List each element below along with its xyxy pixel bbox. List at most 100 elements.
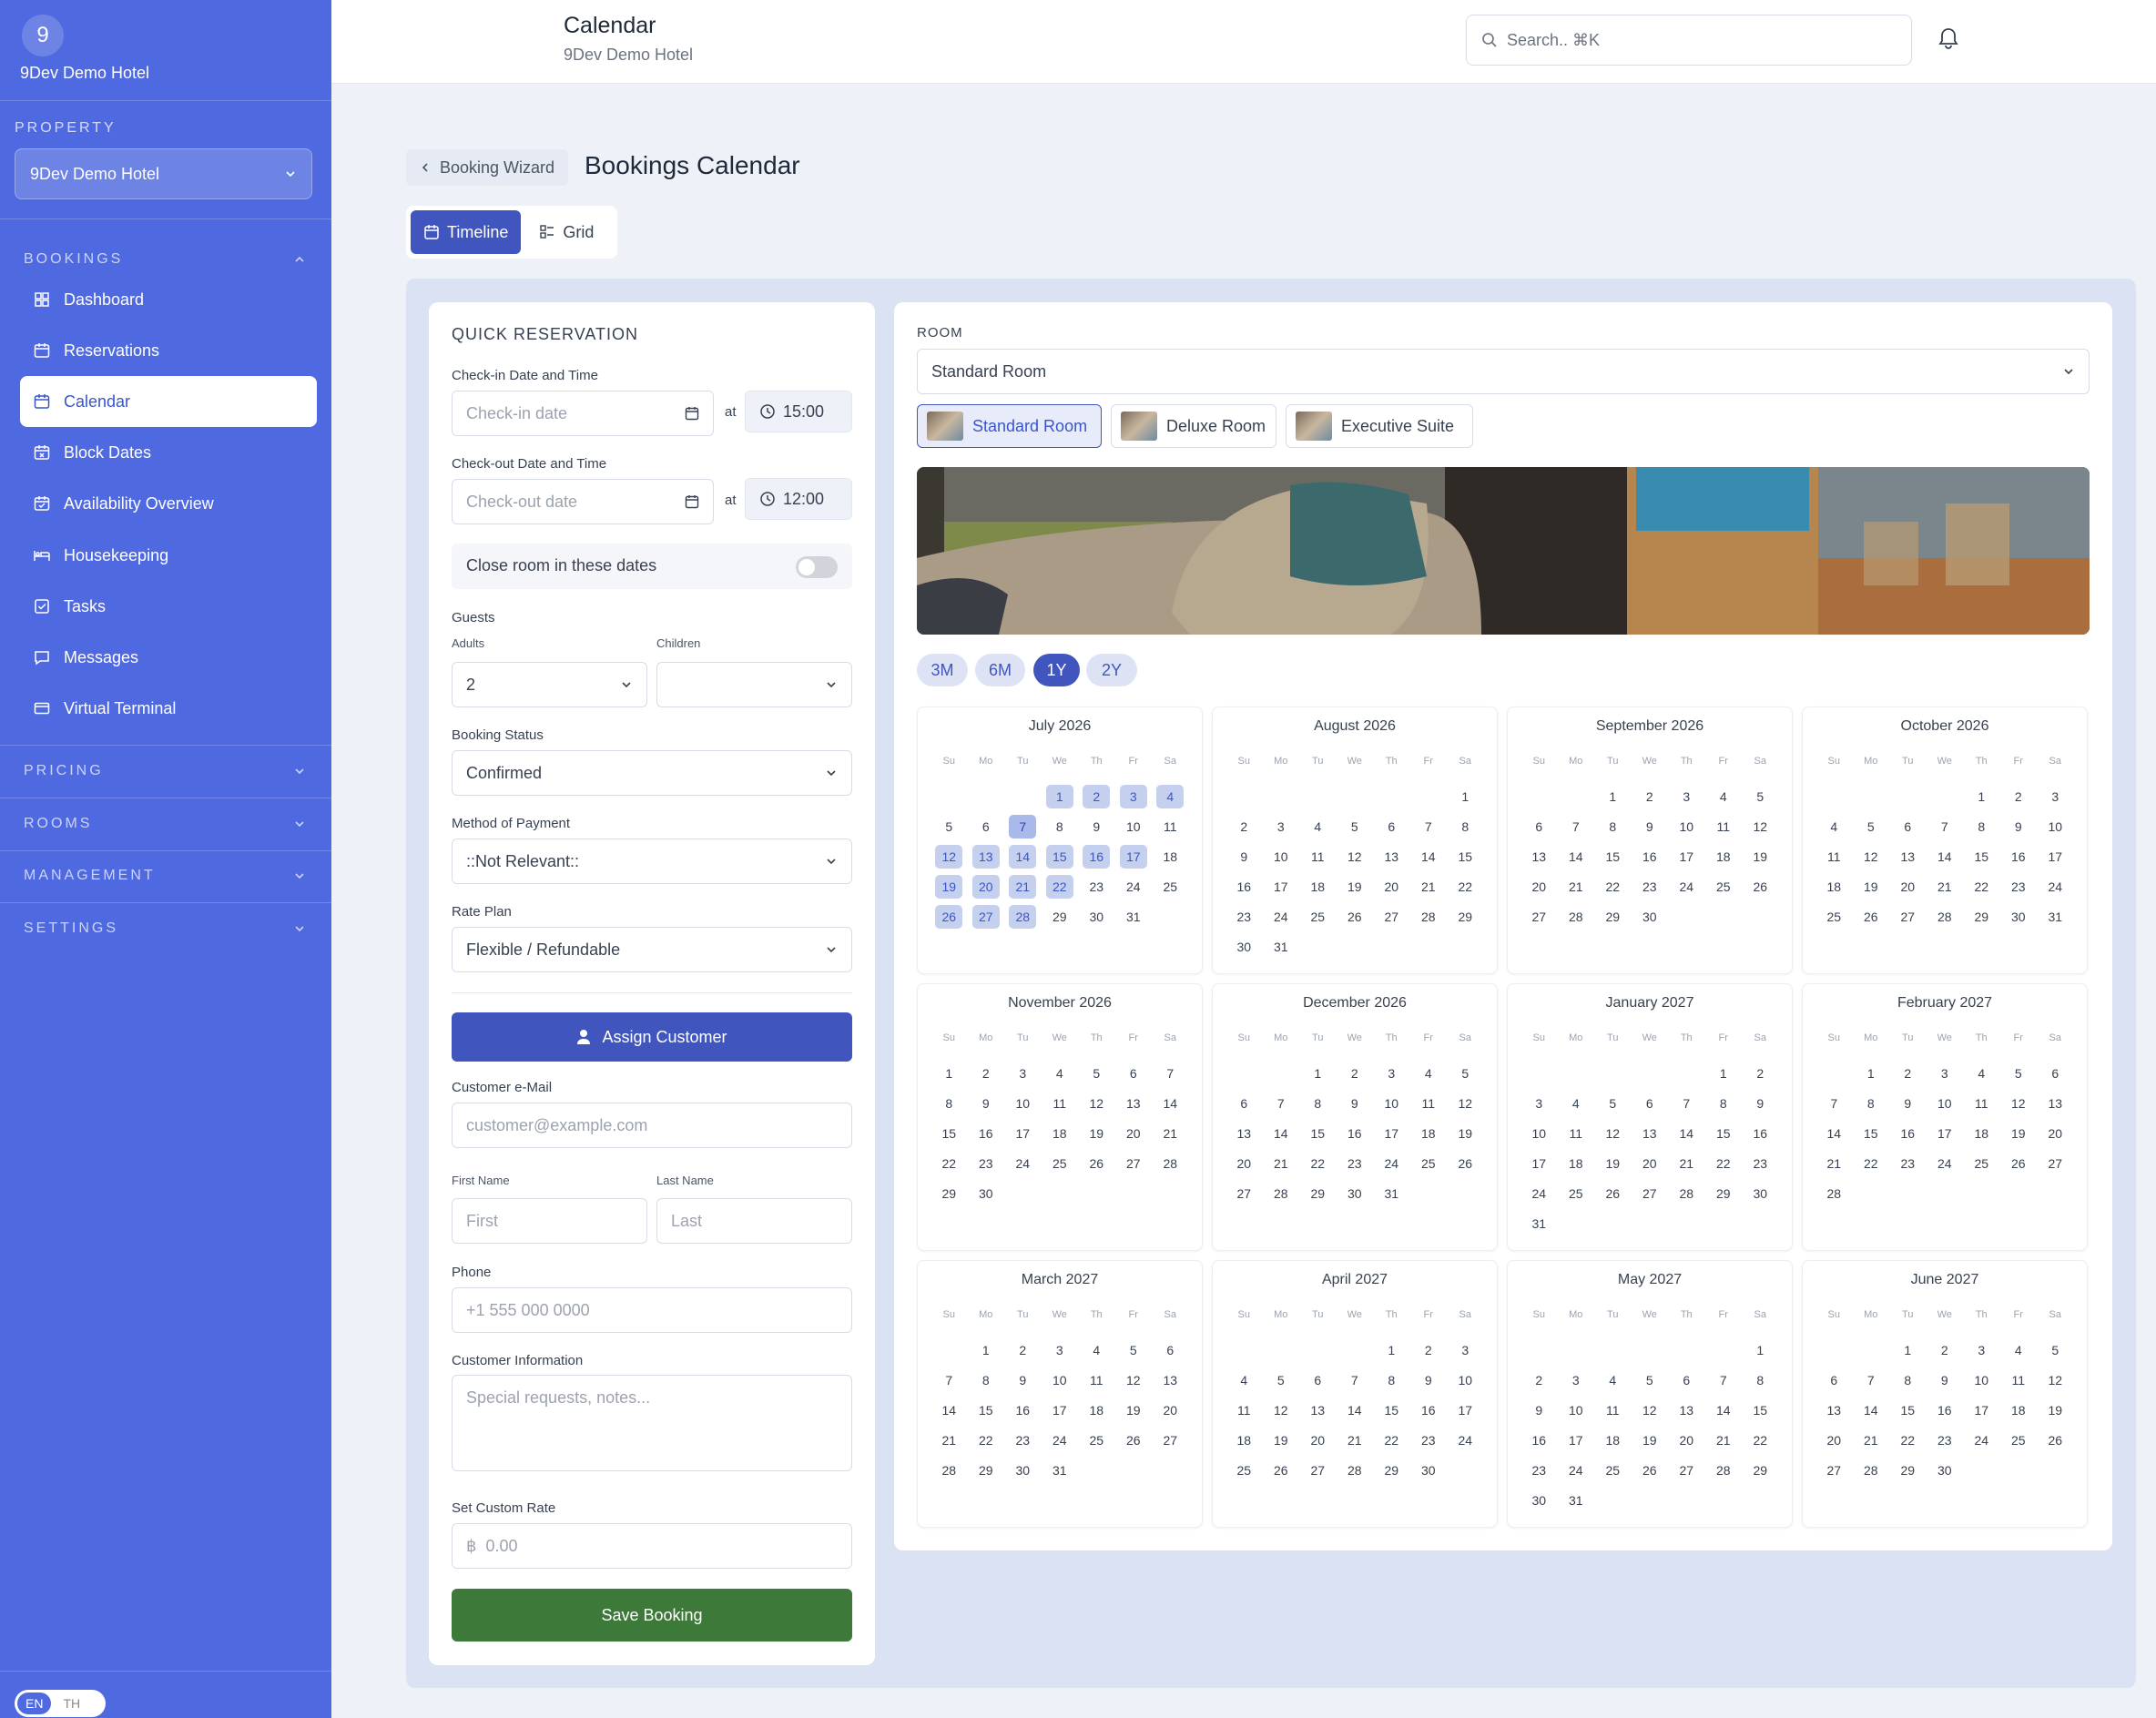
calendar-day[interactable]: 3 xyxy=(1668,781,1705,811)
calendar-day[interactable]: 13 xyxy=(1632,1118,1669,1148)
calendar-day[interactable]: 16 xyxy=(1889,1118,1927,1148)
calendar-day[interactable]: 5 xyxy=(2000,1058,2038,1088)
calendar-day[interactable]: 11 xyxy=(1558,1118,1595,1148)
calendar-day[interactable]: 13 xyxy=(1815,1395,1853,1425)
calendar-day[interactable]: 20 xyxy=(1815,1425,1853,1455)
calendar-day[interactable]: 16 xyxy=(2000,841,2038,871)
calendar-day[interactable]: 13 xyxy=(1373,841,1410,871)
calendar-day[interactable]: 6 xyxy=(1668,1365,1705,1395)
calendar-day[interactable]: 3 xyxy=(1963,1335,2000,1365)
calendar-day[interactable]: 27 xyxy=(1520,901,1558,931)
calendar-day[interactable]: 29 xyxy=(1889,1455,1927,1485)
calendar-day[interactable]: 6 xyxy=(1373,811,1410,841)
calendar-day[interactable]: 28 xyxy=(1004,901,1042,931)
calendar-day[interactable]: 17 xyxy=(2037,841,2074,871)
calendar-day[interactable]: 17 xyxy=(1004,1118,1042,1148)
calendar-day[interactable]: 22 xyxy=(1889,1425,1927,1455)
calendar-day[interactable]: 10 xyxy=(1042,1365,1079,1395)
calendar-day[interactable]: 31 xyxy=(1263,931,1300,961)
calendar-day[interactable]: 14 xyxy=(1410,841,1448,871)
calendar-day[interactable]: 14 xyxy=(1004,841,1042,871)
calendar-day[interactable]: 6 xyxy=(968,811,1005,841)
calendar-day[interactable]: 20 xyxy=(1668,1425,1705,1455)
calendar-day[interactable]: 4 xyxy=(1705,781,1743,811)
calendar-day[interactable]: 6 xyxy=(1225,1088,1263,1118)
calendar-day[interactable]: 22 xyxy=(968,1425,1005,1455)
calendar-day[interactable]: 24 xyxy=(2037,871,2074,901)
group-bookings[interactable]: BOOKINGS xyxy=(24,251,306,268)
calendar-day[interactable]: 12 xyxy=(2000,1088,2038,1118)
calendar-day[interactable]: 31 xyxy=(1558,1485,1595,1515)
calendar-day[interactable]: 15 xyxy=(968,1395,1005,1425)
calendar-day[interactable]: 30 xyxy=(1078,901,1115,931)
calendar-day[interactable]: 20 xyxy=(2037,1118,2074,1148)
calendar-day[interactable]: 12 xyxy=(1337,841,1374,871)
calendar-day[interactable]: 9 xyxy=(1742,1088,1779,1118)
calendar-day[interactable]: 25 xyxy=(1410,1148,1448,1178)
calendar-day[interactable]: 20 xyxy=(1520,871,1558,901)
calendar-day[interactable]: 12 xyxy=(1115,1365,1153,1395)
calendar-day[interactable]: 13 xyxy=(968,841,1005,871)
calendar-day[interactable]: 2 xyxy=(1337,1058,1374,1088)
calendar-day[interactable]: 24 xyxy=(1263,901,1300,931)
calendar-day[interactable]: 18 xyxy=(1078,1395,1115,1425)
calendar-day[interactable]: 14 xyxy=(1668,1118,1705,1148)
calendar-day[interactable]: 31 xyxy=(1373,1178,1410,1208)
close-room-toggle[interactable] xyxy=(796,556,838,578)
calendar-day[interactable]: 7 xyxy=(1337,1365,1374,1395)
calendar-day[interactable]: 10 xyxy=(1447,1365,1484,1395)
calendar-day[interactable]: 10 xyxy=(1668,811,1705,841)
calendar-day[interactable]: 11 xyxy=(1705,811,1743,841)
calendar-day[interactable]: 2 xyxy=(1632,781,1669,811)
calendar-day[interactable]: 9 xyxy=(1337,1088,1374,1118)
bell-icon[interactable] xyxy=(1936,25,1961,51)
calendar-day[interactable]: 17 xyxy=(1447,1395,1484,1425)
calendar-day[interactable]: 6 xyxy=(2037,1058,2074,1088)
calendar-day[interactable]: 4 xyxy=(1152,781,1189,811)
calendar-day[interactable]: 28 xyxy=(1410,901,1448,931)
calendar-day[interactable]: 26 xyxy=(1853,901,1890,931)
calendar-day[interactable]: 2 xyxy=(1225,811,1263,841)
calendar-day[interactable]: 13 xyxy=(1299,1395,1337,1425)
calendar-day[interactable]: 26 xyxy=(2037,1425,2074,1455)
calendar-day[interactable]: 12 xyxy=(1594,1118,1632,1148)
calendar-day[interactable]: 1 xyxy=(1853,1058,1890,1088)
calendar-day[interactable]: 29 xyxy=(1742,1455,1779,1485)
calendar-day[interactable]: 3 xyxy=(1558,1365,1595,1395)
calendar-day[interactable]: 8 xyxy=(1963,811,2000,841)
calendar-day[interactable]: 2 xyxy=(968,1058,1005,1088)
lang-en[interactable]: EN xyxy=(17,1693,52,1714)
calendar-day[interactable]: 20 xyxy=(1115,1118,1153,1148)
calendar-day[interactable]: 18 xyxy=(1299,871,1337,901)
calendar-day[interactable]: 2 xyxy=(1520,1365,1558,1395)
room-chip-deluxe[interactable]: Deluxe Room xyxy=(1111,404,1276,448)
calendar-day[interactable]: 10 xyxy=(1263,841,1300,871)
calendar-day[interactable]: 21 xyxy=(931,1425,968,1455)
calendar-day[interactable]: 27 xyxy=(1152,1425,1189,1455)
calendar-day[interactable]: 11 xyxy=(1299,841,1337,871)
calendar-day[interactable]: 3 xyxy=(1263,811,1300,841)
calendar-day[interactable]: 24 xyxy=(1668,871,1705,901)
calendar-day[interactable]: 22 xyxy=(1447,871,1484,901)
calendar-day[interactable]: 5 xyxy=(1853,811,1890,841)
calendar-day[interactable]: 18 xyxy=(1963,1118,2000,1148)
calendar-day[interactable]: 12 xyxy=(1263,1395,1300,1425)
calendar-day[interactable]: 25 xyxy=(1963,1148,2000,1178)
calendar-day[interactable]: 22 xyxy=(1042,871,1079,901)
calendar-day[interactable]: 11 xyxy=(1815,841,1853,871)
calendar-day[interactable]: 17 xyxy=(1558,1425,1595,1455)
calendar-day[interactable]: 11 xyxy=(2000,1365,2038,1395)
calendar-day[interactable]: 23 xyxy=(1225,901,1263,931)
calendar-day[interactable]: 26 xyxy=(1594,1178,1632,1208)
calendar-day[interactable]: 14 xyxy=(1815,1118,1853,1148)
calendar-day[interactable]: 7 xyxy=(931,1365,968,1395)
calendar-day[interactable]: 23 xyxy=(1927,1425,1964,1455)
calendar-day[interactable]: 19 xyxy=(2000,1118,2038,1148)
calendar-day[interactable]: 18 xyxy=(2000,1395,2038,1425)
calendar-day[interactable]: 6 xyxy=(1520,811,1558,841)
calendar-day[interactable]: 30 xyxy=(1632,901,1669,931)
assign-customer-button[interactable]: Assign Customer xyxy=(452,1012,852,1062)
calendar-day[interactable]: 19 xyxy=(1078,1118,1115,1148)
calendar-day[interactable]: 29 xyxy=(1963,901,2000,931)
calendar-day[interactable]: 31 xyxy=(1520,1208,1558,1238)
